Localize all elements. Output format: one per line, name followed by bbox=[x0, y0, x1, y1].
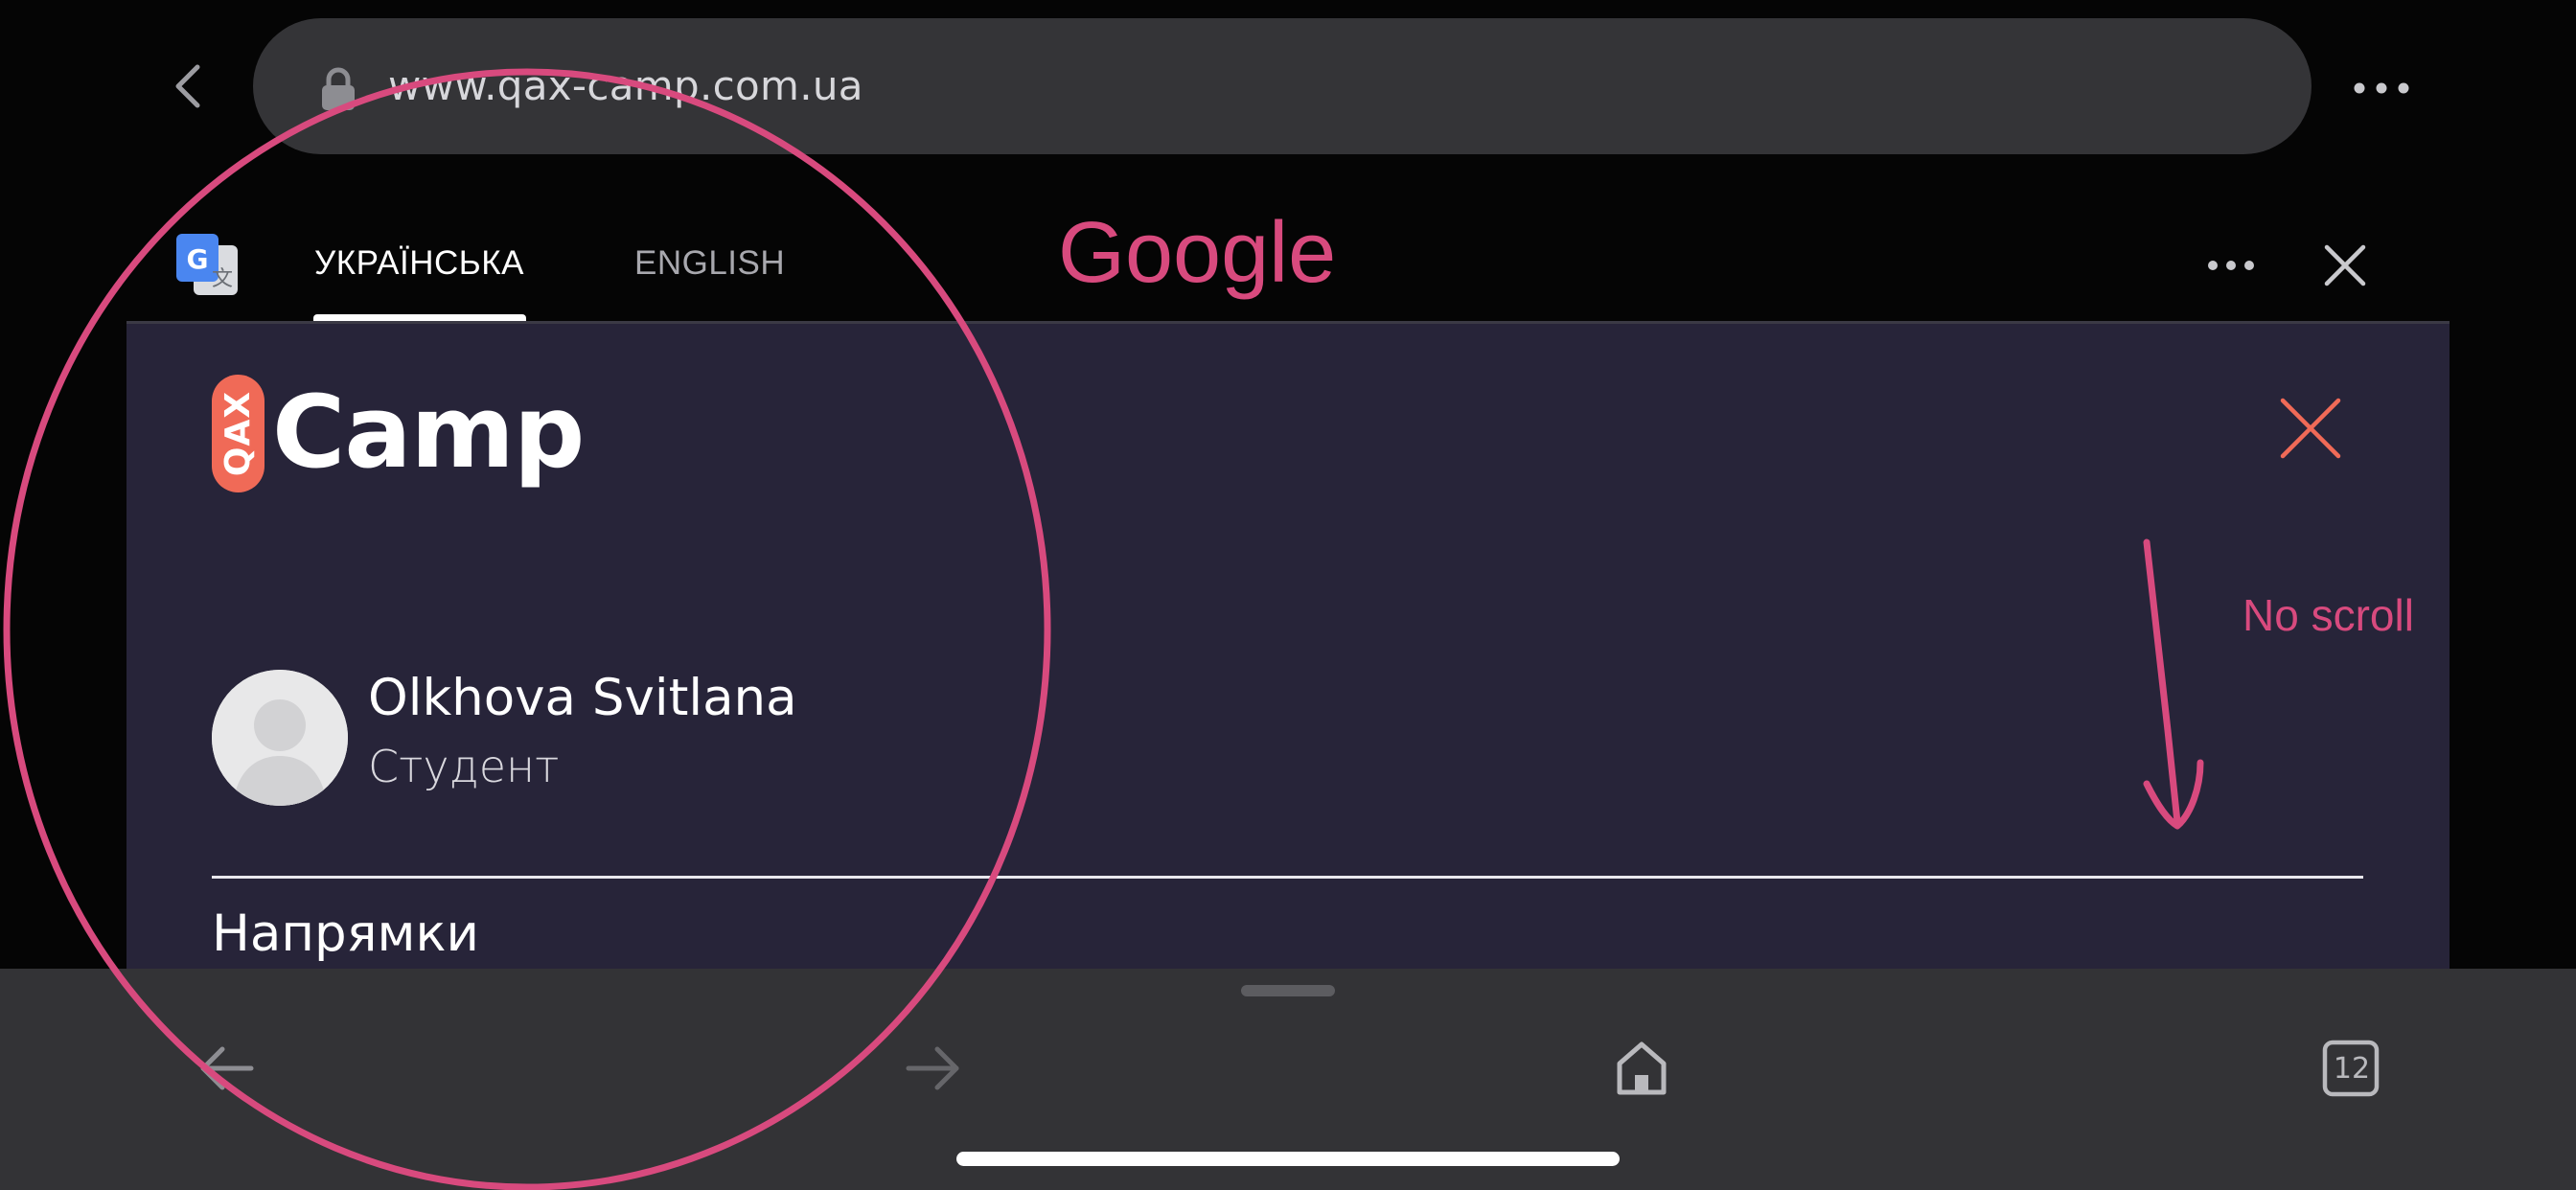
menu-divider bbox=[212, 876, 2363, 879]
qax-logo-badge[interactable]: QAX bbox=[212, 375, 264, 492]
menu-item-directions[interactable]: Напрямки bbox=[212, 903, 479, 966]
arrow-right-icon[interactable] bbox=[899, 1035, 966, 1102]
svg-text:G: G bbox=[187, 243, 209, 275]
annotation-no-scroll: No scroll bbox=[2242, 590, 2414, 640]
close-menu-icon[interactable] bbox=[2277, 395, 2344, 462]
active-tab-indicator bbox=[313, 314, 526, 321]
user-name: Olkhova Svitlana bbox=[368, 669, 797, 727]
url-text[interactable]: www.qax-camp.com.ua bbox=[388, 57, 863, 115]
logo-badge-text: QAX bbox=[218, 390, 259, 477]
logo-wordmark[interactable]: Camp bbox=[272, 370, 585, 494]
tab-ukrainian[interactable]: УКРАЇНСЬКА bbox=[314, 240, 524, 287]
home-icon[interactable] bbox=[1608, 1035, 1675, 1102]
toolbar-drag-handle[interactable] bbox=[1241, 985, 1335, 996]
tab-count[interactable]: 12 bbox=[2329, 1046, 2375, 1092]
browser-screen: www.qax-camp.com.ua G 文 УКРАЇНСЬКА ENGLI… bbox=[0, 0, 2576, 1190]
arrow-left-icon[interactable] bbox=[194, 1035, 261, 1102]
user-avatar[interactable] bbox=[212, 670, 348, 806]
user-role: Студент bbox=[368, 741, 560, 792]
panel-top-border bbox=[126, 321, 2450, 324]
close-translate-icon[interactable] bbox=[2321, 241, 2369, 289]
translate-more-icon[interactable] bbox=[2204, 251, 2258, 280]
lock-icon bbox=[322, 67, 355, 110]
home-indicator[interactable] bbox=[956, 1152, 1620, 1166]
svg-text:文: 文 bbox=[212, 267, 233, 291]
google-translate-icon: G 文 bbox=[176, 234, 238, 295]
annotation-google-label: Google bbox=[1058, 205, 1337, 301]
more-options-icon[interactable] bbox=[2348, 69, 2415, 107]
user-avatar-icon bbox=[212, 670, 348, 806]
tab-english[interactable]: ENGLISH bbox=[634, 240, 785, 287]
back-chevron-icon[interactable] bbox=[161, 57, 218, 115]
